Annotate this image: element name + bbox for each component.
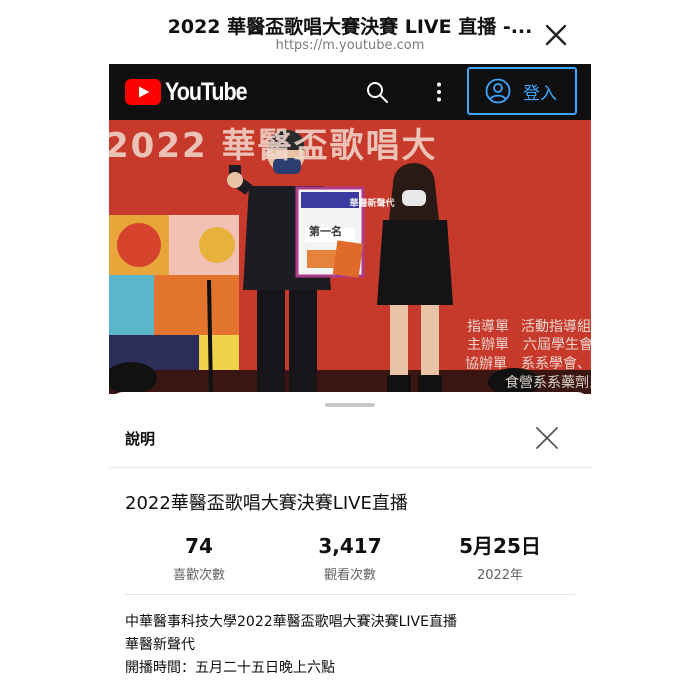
views-count: 3,417 [318,534,382,558]
page-title: 2022 華醫盃歌唱大賽決賽 LIVE 直播 -... [167,16,533,38]
search-icon[interactable] [365,80,389,104]
publish-date: 5月25日 [459,534,541,558]
page-url[interactable]: https://m.youtube.com [150,38,550,53]
likes-stat: 74 喜歡次數 [129,532,269,583]
video-banner-text: 2022 華醫盃歌唱大 [109,126,438,166]
views-label: 觀看次數 [323,568,376,583]
backdrop-line: 藥劑系 [561,375,591,391]
views-stat: 3,417 觀看次數 [280,532,420,583]
youtube-logo[interactable]: YouTube [125,78,260,106]
description-line: 開播時間：五月二十五日晚上六點 [125,660,335,676]
video-banner: 2022 華醫盃歌唱大 [109,120,591,166]
likes-label: 喜歡次數 [172,568,225,583]
date-stat: 5月25日 2022年 [430,532,570,583]
backdrop-line: 六屆學生會 [523,337,591,353]
backdrop-line: 食營系系 [505,375,561,391]
card-award: 第一名 [309,225,342,238]
youtube-play-icon [125,79,161,105]
divider [125,594,575,595]
drag-handle[interactable] [325,403,375,407]
signin-label: 登入 [523,83,557,104]
browser-top-bar: 2022 華醫盃歌唱大賽決賽 LIVE 直播 -... https://m.yo… [0,0,700,62]
sheet-heading: 說明 [125,430,156,448]
backdrop-line: 系系學會、醫技系系 [521,356,591,372]
backdrop-line: 主辦單 [467,337,509,353]
video-title: 2022華醫盃歌唱大賽決賽LIVE直播 [125,493,408,514]
signin-button[interactable]: 登入 [467,67,577,115]
description-sheet: 說明 2022華醫盃歌唱大賽決賽LIVE直播 74 喜歡次數 3,417 觀看次… [109,392,591,700]
description-line: 中華醫事科技大學2022華醫盃歌唱大賽決賽LIVE直播 [125,614,457,630]
close-icon[interactable] [534,425,560,451]
card-title: 華醫新聲代 [349,199,395,209]
backdrop-line: 活動指導組 [521,319,591,335]
account-circle-icon [485,78,511,104]
close-icon[interactable] [543,22,569,48]
backdrop-line: 指導單 [467,319,509,335]
backdrop-line: 協辦單 [465,356,507,372]
youtube-wordmark: YouTube [165,77,248,106]
video-player[interactable]: 2022 華醫盃歌唱大 華醫新聲代 第一名 指導單 活動指導組 主辦單 六屆學生… [109,120,591,394]
more-vert-icon[interactable] [427,80,451,104]
likes-count: 74 [185,534,213,558]
divider [109,467,591,468]
youtube-header: YouTube 登入 [109,64,591,120]
description-line: 華醫新聲代 [125,637,195,653]
publish-year: 2022年 [476,568,524,583]
